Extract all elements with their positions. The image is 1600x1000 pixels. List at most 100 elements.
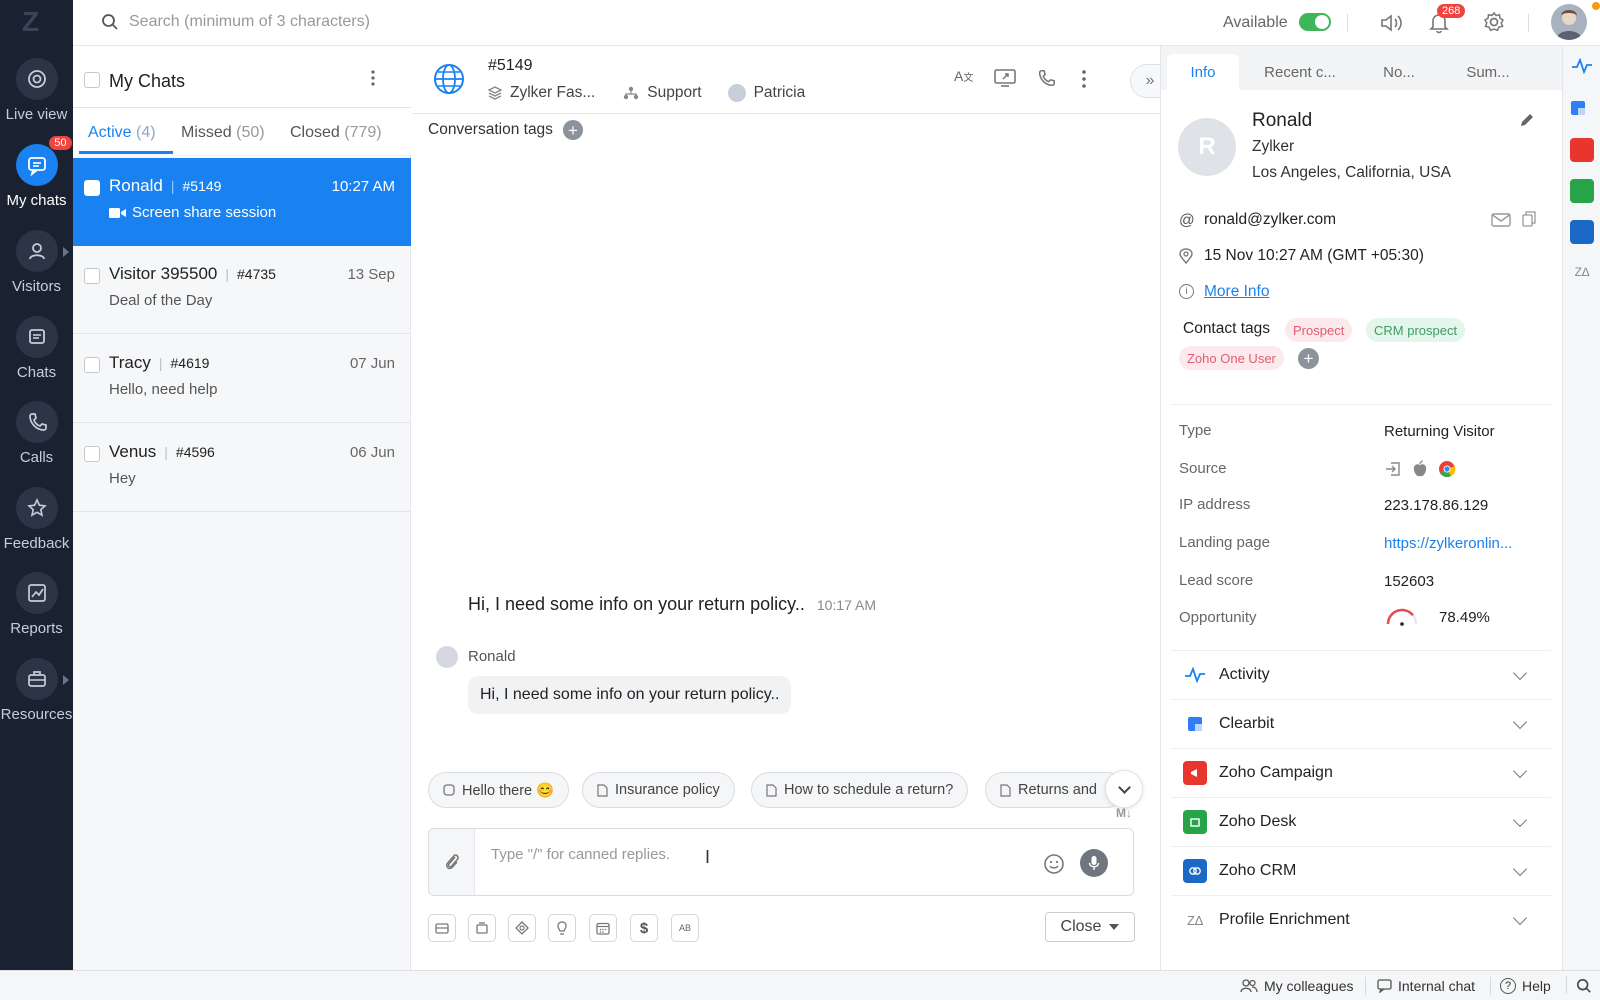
- add-contact-tag-button[interactable]: +: [1298, 348, 1319, 369]
- close-chat-button[interactable]: Close: [1045, 912, 1135, 942]
- select-all-checkbox[interactable]: [84, 72, 100, 88]
- expand-arrow-icon[interactable]: [63, 247, 69, 257]
- calendar-icon[interactable]: [589, 914, 617, 942]
- activity-icon[interactable]: [1570, 58, 1594, 82]
- tab-active[interactable]: Active (4): [79, 108, 173, 154]
- section-zoho-campaign[interactable]: Zoho Campaign: [1171, 748, 1551, 797]
- chart-icon: [15, 572, 58, 614]
- copy-icon[interactable]: [1522, 211, 1536, 227]
- more-info-link[interactable]: More Info: [1204, 283, 1269, 301]
- nav-my-chats[interactable]: 50 My chats: [0, 136, 73, 209]
- nav-live-view[interactable]: Live view: [0, 58, 73, 123]
- visit-datetime: 15 Nov 10:27 AM: [1204, 247, 1323, 264]
- zoho-crm-icon[interactable]: [1570, 220, 1594, 244]
- voice-record-button[interactable]: [1080, 849, 1108, 877]
- chat-bubble-icon: 50: [15, 136, 72, 186]
- scroll-suggestions-button[interactable]: [1105, 770, 1143, 808]
- section-profile-enrichment[interactable]: Z∆ Profile Enrichment: [1171, 895, 1551, 944]
- edit-icon[interactable]: [1519, 112, 1535, 128]
- sound-icon[interactable]: [1379, 12, 1405, 34]
- avatar[interactable]: [1551, 4, 1587, 40]
- nav-label: My chats: [6, 192, 67, 209]
- nav-visitors[interactable]: Visitors: [0, 230, 73, 295]
- contact-tag[interactable]: Zoho One User: [1179, 346, 1284, 370]
- tab-recent-chats[interactable]: Recent c...: [1245, 54, 1355, 90]
- more-options-icon[interactable]: [1082, 70, 1086, 88]
- section-clearbit[interactable]: Clearbit: [1171, 699, 1551, 748]
- chat-checkbox[interactable]: [84, 180, 100, 196]
- briefcase-icon: [15, 658, 58, 700]
- transfer-chat-icon[interactable]: [468, 914, 496, 942]
- question-text: Hi, I need some info on your return poli…: [468, 594, 805, 614]
- contact-tag[interactable]: Prospect: [1285, 318, 1353, 342]
- help-button[interactable]: ? Help: [1500, 978, 1551, 994]
- nav-resources[interactable]: Resources: [0, 658, 73, 723]
- gear-icon[interactable]: [1483, 11, 1505, 33]
- suggestion-label: How to schedule a return?: [784, 782, 954, 798]
- field-label: Lead score: [1179, 572, 1254, 589]
- nav-calls[interactable]: Calls: [0, 401, 73, 466]
- suggestion-chip[interactable]: How to schedule a return?: [751, 772, 969, 808]
- spell-check-icon[interactable]: AB: [671, 914, 699, 942]
- expand-arrow-icon[interactable]: [63, 675, 69, 685]
- attach-button[interactable]: [429, 829, 475, 895]
- paperclip-icon: [444, 852, 460, 872]
- screen-share-icon[interactable]: [994, 68, 1016, 88]
- markdown-icon[interactable]: M↓: [1116, 806, 1132, 820]
- nav-label: Chats: [16, 364, 57, 381]
- tab-notes[interactable]: No...: [1361, 54, 1437, 90]
- section-zoho-crm[interactable]: Zoho CRM: [1171, 846, 1551, 895]
- chat-checkbox[interactable]: [84, 446, 100, 462]
- availability-toggle[interactable]: [1299, 13, 1331, 31]
- hand-icon: [443, 784, 455, 796]
- search-icon[interactable]: [1576, 978, 1592, 994]
- search-input[interactable]: Search (minimum of 3 characters): [129, 13, 529, 31]
- chat-list-item[interactable]: Venus #4596 06 Jun Hey: [73, 424, 411, 512]
- star-icon: [15, 487, 58, 529]
- section-activity[interactable]: Activity: [1171, 650, 1551, 699]
- tab-closed[interactable]: Closed (779): [290, 124, 382, 142]
- more-options-icon[interactable]: [371, 70, 375, 86]
- canned-responses-icon[interactable]: [428, 914, 456, 942]
- mail-icon[interactable]: [1491, 212, 1511, 228]
- chat-list-item[interactable]: Tracy #4619 07 Jun Hello, need help: [73, 335, 411, 423]
- chat-checkbox[interactable]: [84, 268, 100, 284]
- help-icon: ?: [1500, 978, 1516, 994]
- phone-icon: [15, 401, 58, 443]
- emoji-icon[interactable]: [1043, 853, 1065, 875]
- chat-time: 06 Jun: [349, 444, 395, 461]
- suggestion-chip[interactable]: Insurance policy: [582, 772, 735, 808]
- lightbulb-icon[interactable]: [548, 914, 576, 942]
- tab-missed[interactable]: Missed (50): [181, 124, 265, 142]
- nav-reports[interactable]: Reports: [0, 572, 73, 637]
- zoho-desk-icon[interactable]: [1570, 179, 1594, 203]
- phone-icon[interactable]: [1036, 68, 1056, 88]
- translate-icon[interactable]: A文: [954, 68, 973, 84]
- chat-checkbox[interactable]: [84, 357, 100, 373]
- chat-list-item[interactable]: Ronald #5149 10:27 AM Screen share sessio…: [73, 158, 411, 246]
- divider: [1347, 14, 1348, 32]
- tab-summary[interactable]: Sum...: [1443, 54, 1533, 90]
- clearbit-icon[interactable]: [1570, 100, 1594, 124]
- chevron-down-icon: [1117, 780, 1131, 794]
- add-tag-button[interactable]: +: [562, 120, 583, 140]
- payment-icon[interactable]: $: [630, 914, 658, 942]
- chat-time: 10:27 AM: [331, 178, 395, 195]
- chat-list-item[interactable]: Visitor 395500 #4735 13 Sep Deal of the D…: [73, 246, 411, 334]
- contact-tag[interactable]: CRM prospect: [1366, 318, 1466, 342]
- tab-info[interactable]: Info: [1167, 54, 1239, 90]
- landing-page-link[interactable]: https://zylkeronlin...: [1384, 535, 1512, 552]
- message-input[interactable]: Type "/" for canned replies.: [491, 846, 670, 863]
- my-colleagues-button[interactable]: My colleagues: [1240, 978, 1354, 994]
- visit-time: 15 Nov 10:27 AM (GMT +05:30): [1204, 247, 1424, 265]
- bot-icon[interactable]: [508, 914, 536, 942]
- enrichment-icon[interactable]: Z∆: [1570, 260, 1594, 284]
- zoho-campaign-icon[interactable]: [1570, 138, 1594, 162]
- nav-chats[interactable]: Chats: [0, 316, 73, 381]
- section-zoho-desk[interactable]: Zoho Desk: [1171, 797, 1551, 846]
- internal-chat-button[interactable]: Internal chat: [1377, 978, 1475, 994]
- nav-feedback[interactable]: Feedback: [0, 487, 73, 552]
- suggestion-chip[interactable]: Returns and: [985, 772, 1125, 808]
- integrations-rail: Z∆: [1562, 46, 1600, 970]
- suggestion-chip[interactable]: Hello there 😊: [428, 772, 570, 808]
